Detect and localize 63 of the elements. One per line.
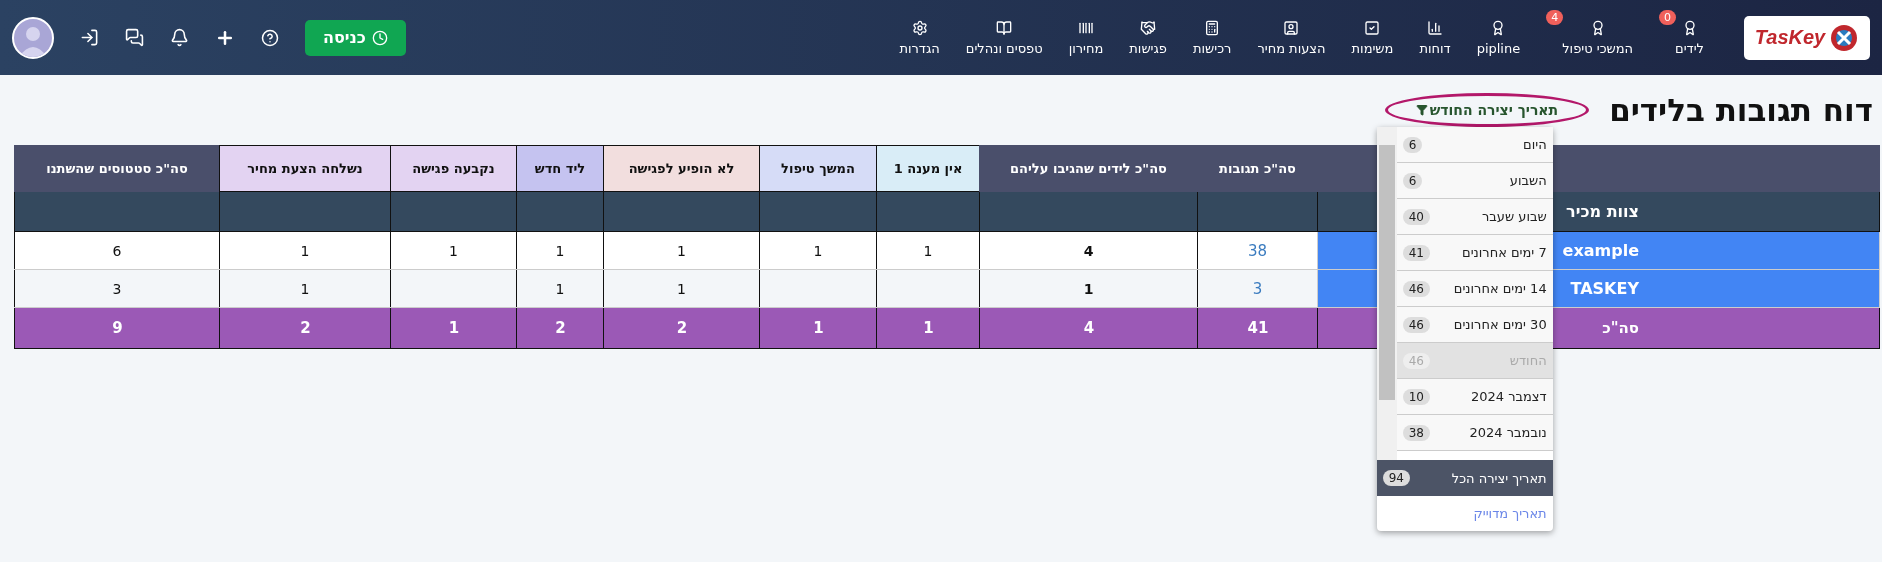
settings-icon	[911, 19, 928, 36]
calculator-icon	[1204, 19, 1221, 36]
count-badge: 4	[1546, 9, 1564, 25]
column-header: נשלחה הצעת מחיר	[219, 145, 391, 192]
nav-item[interactable]: הגדרות	[899, 19, 940, 56]
column-header: נקבעה פגישה	[390, 145, 517, 192]
total-cell: 41	[1197, 307, 1318, 349]
table-cell: 3	[14, 269, 220, 308]
portrait-icon	[1283, 19, 1300, 36]
total-cell: 2	[516, 307, 604, 349]
nav-item[interactable]: רכישות	[1193, 19, 1232, 56]
nav-item[interactable]: pipline	[1476, 19, 1521, 56]
column-header: סה"כ סטטוסים שהשתנו	[14, 145, 220, 192]
total-cell: 2	[219, 307, 391, 349]
table-cell: 1	[603, 231, 760, 270]
responses-link[interactable]: 3	[1197, 269, 1318, 308]
table-cell: 6	[14, 231, 220, 270]
table-cell: 1	[219, 269, 391, 308]
book-icon	[996, 19, 1013, 36]
responses-link[interactable]: 38	[1197, 231, 1318, 270]
total-cell: 1	[876, 307, 980, 349]
filter-icon	[1415, 104, 1428, 116]
column-header: ליד חדש	[516, 145, 604, 192]
table-cell: 1	[390, 231, 517, 270]
nav-item[interactable]: טפסים ונהלים	[965, 19, 1043, 56]
table-cell: 1	[516, 231, 604, 270]
column-header: סה"כ תגובות	[1197, 145, 1318, 192]
nav-item[interactable]: הצעות מחיר	[1257, 19, 1326, 56]
nav-item[interactable]: פגישות	[1129, 19, 1167, 56]
table-cell: 1	[759, 231, 877, 270]
column-header: סה"כ לידים שהגיבו עליהם	[979, 145, 1198, 192]
table-cell: 1	[219, 231, 391, 270]
total-cell: 1	[759, 307, 877, 349]
total-cell: 4	[979, 307, 1198, 349]
bell-icon[interactable]	[170, 28, 189, 47]
column-header: לא הופיע לפגישה	[603, 145, 760, 192]
logo-text: TasKey	[1754, 26, 1826, 49]
logo-emblem-icon	[1829, 22, 1860, 53]
table-cell: 1	[979, 269, 1198, 308]
nav-item[interactable]: משימות	[1351, 19, 1394, 56]
chat-icon[interactable]	[125, 28, 144, 47]
sign-in-icon[interactable]	[80, 28, 99, 47]
total-cell: 2	[603, 307, 760, 349]
bar-chart-icon	[1427, 19, 1444, 36]
total-cell: 1	[390, 307, 517, 349]
table-cell: 1	[876, 231, 980, 270]
scrollbar[interactable]	[1376, 127, 1397, 460]
count-badge: 0	[1659, 9, 1677, 25]
table-cell: 1	[603, 269, 760, 308]
page-title: דוח תגובות בלידים	[1609, 92, 1873, 128]
clock-icon	[371, 29, 388, 46]
help-icon[interactable]	[261, 28, 279, 47]
nav-item[interactable]: דוחות	[1419, 19, 1451, 56]
total-cell: 9	[14, 307, 220, 349]
column-header: אין מענה 1	[876, 145, 980, 192]
table-cell: 4	[979, 231, 1198, 270]
avatar[interactable]	[12, 16, 54, 59]
checkbox-icon	[1364, 19, 1381, 36]
nav-item[interactable]: מחירון	[1068, 19, 1104, 56]
logo[interactable]: TasKey	[1744, 15, 1870, 60]
column-header: המשך טיפול	[759, 145, 877, 192]
table-cell: 1	[516, 269, 604, 308]
handshake-icon	[1140, 19, 1157, 36]
